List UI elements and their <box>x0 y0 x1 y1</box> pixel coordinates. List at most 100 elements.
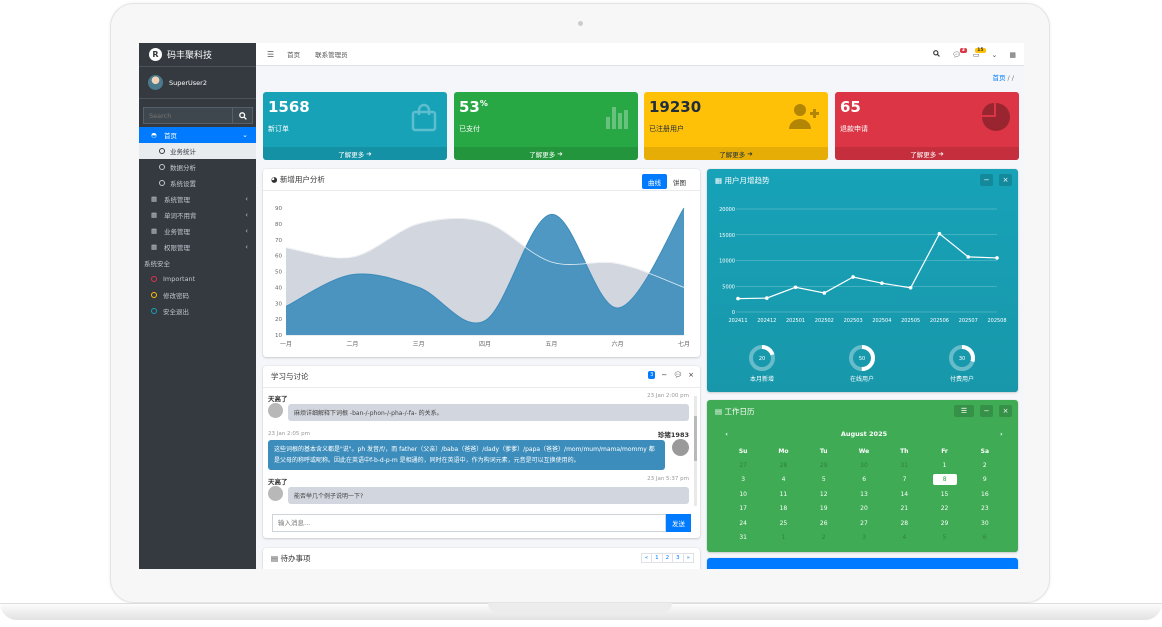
comments-icon[interactable]: 💬︎ <box>673 371 682 379</box>
calendar-day[interactable]: 8 <box>932 474 957 486</box>
calendar-day[interactable]: 7 <box>884 476 924 483</box>
notifications-icon[interactable]: ▭ 15 <box>973 47 986 59</box>
sidebar-label-item[interactable]: 修改密码 <box>139 287 256 303</box>
sidebar-sub-item[interactable]: 业务统计 <box>139 143 256 159</box>
apps-icon[interactable]: ▦ <box>1009 51 1016 59</box>
calendar-day[interactable]: 3 <box>844 534 884 541</box>
chevron-double-down-icon[interactable]: ⌄ <box>992 51 998 59</box>
chevron-right-icon[interactable]: › <box>1000 430 1005 438</box>
sidebar-sub-item[interactable]: 系统设置 <box>139 175 256 191</box>
close-icon[interactable]: × <box>999 405 1012 417</box>
search-input[interactable] <box>143 107 233 124</box>
minus-icon[interactable]: − <box>980 174 993 186</box>
page-link[interactable]: » <box>682 553 694 563</box>
tab-line[interactable]: 曲线 <box>642 174 667 189</box>
card-header: ▤ 工作日历 ☰ − × <box>707 400 1018 422</box>
calendar-day[interactable]: 1 <box>924 462 964 469</box>
menu-dropdown-icon[interactable]: ☰ <box>954 405 974 417</box>
calendar-day[interactable]: 1 <box>763 534 803 541</box>
calendar-day[interactable]: 3 <box>723 476 763 483</box>
calendar-day[interactable]: 31 <box>723 534 763 541</box>
calendar-day[interactable]: 15 <box>924 491 964 498</box>
message-input[interactable] <box>272 514 666 532</box>
calendar-day[interactable]: 10 <box>723 491 763 498</box>
calendar-day[interactable]: 31 <box>884 462 924 469</box>
calendar-day[interactable]: 26 <box>804 520 844 527</box>
close-icon[interactable]: × <box>999 174 1012 186</box>
chevron-left-icon[interactable]: ‹ <box>723 430 728 438</box>
calendar-day[interactable]: 25 <box>763 520 803 527</box>
calendar-week: 17 18 19 20 21 22 23 <box>723 502 1005 516</box>
calendar-day[interactable]: 16 <box>965 491 1005 498</box>
tab-pie[interactable]: 饼图 <box>667 174 692 189</box>
calendar-day[interactable]: 24 <box>723 520 763 527</box>
day-name: Sa <box>980 447 990 455</box>
calendar-day[interactable]: 4 <box>763 476 803 483</box>
sidebar-item-home[interactable]: ◓ 首页 ⌄ <box>139 127 256 143</box>
calendar-day[interactable]: 2 <box>804 534 844 541</box>
calendar-day[interactable]: 11 <box>763 491 803 498</box>
calendar-day[interactable]: 23 <box>965 505 1005 512</box>
sidebar-item[interactable]: ▦ 权限管理 ‹ <box>139 239 256 255</box>
search-icon[interactable] <box>933 50 940 59</box>
messages-icon[interactable]: 💬︎ 3 <box>952 47 967 59</box>
calendar-day[interactable]: 4 <box>884 534 924 541</box>
calendar-day[interactable]: 19 <box>804 505 844 512</box>
more-info-link[interactable]: 了解更多 ➔ <box>644 147 828 160</box>
search-button[interactable] <box>233 107 253 124</box>
close-icon[interactable]: × <box>688 371 694 379</box>
calendar-day[interactable]: 30 <box>965 520 1005 527</box>
calendar-day[interactable]: 30 <box>844 462 884 469</box>
calendar-day[interactable]: 28 <box>884 520 924 527</box>
minus-icon[interactable]: − <box>661 371 667 379</box>
sidebar-item[interactable]: ▦ 业务管理 ‹ <box>139 223 256 239</box>
calendar-day[interactable]: 5 <box>804 476 844 483</box>
calendar-day[interactable]: 18 <box>763 505 803 512</box>
calendar-day[interactable]: 6 <box>965 534 1005 541</box>
sidebar-item-label: 权限管理 <box>164 244 190 252</box>
calendar-day[interactable]: 5 <box>924 534 964 541</box>
more-info-link[interactable]: 了解更多 ➔ <box>454 147 638 160</box>
minus-icon[interactable]: − <box>980 405 993 417</box>
more-info-link[interactable]: 了解更多 ➔ <box>263 147 447 160</box>
send-button[interactable]: 发送 <box>666 514 691 532</box>
calendar-day[interactable]: 29 <box>804 462 844 469</box>
pie-chart-icon: ◕ <box>271 175 280 184</box>
chevron-left-icon: ‹ <box>245 227 248 235</box>
chat-scrollbar[interactable] <box>694 396 697 506</box>
calendar-day[interactable]: 9 <box>965 476 1005 483</box>
nav-link-home[interactable]: 首页 <box>287 49 300 59</box>
y-tick-label: 30 <box>275 301 282 307</box>
y-tick-label: 20 <box>275 317 282 323</box>
calendar-day[interactable]: 6 <box>844 476 884 483</box>
calendar-day[interactable]: 22 <box>924 505 964 512</box>
calendar-day[interactable]: 14 <box>884 491 924 498</box>
calendar-card: ▤ 工作日历 ☰ − × ‹ August 2025 › Su Mo Tu We Th F… <box>707 400 1018 552</box>
calendar-day[interactable]: 13 <box>844 491 884 498</box>
calendar-day[interactable]: 17 <box>723 505 763 512</box>
calendar-day[interactable]: 20 <box>844 505 884 512</box>
more-info-link[interactable]: 了解更多 ➔ <box>835 147 1019 160</box>
menu-icon[interactable]: ☰ <box>267 50 274 59</box>
messages-badge: 3 <box>959 47 967 53</box>
clipboard-icon: ▤ <box>271 554 281 563</box>
calendar-day[interactable]: 27 <box>723 462 763 469</box>
sidebar-sub-item[interactable]: 数据分析 <box>139 159 256 175</box>
nav-link-contact[interactable]: 联系管理员 <box>315 49 348 59</box>
calendar-day[interactable]: 21 <box>884 505 924 512</box>
calendar-day[interactable]: 29 <box>924 520 964 527</box>
sidebar-item[interactable]: ▦ 系统管理 ‹ <box>139 191 256 207</box>
calendar-day[interactable]: 27 <box>844 520 884 527</box>
calendar-day[interactable]: 12 <box>804 491 844 498</box>
sidebar-label-item[interactable]: Important <box>139 271 256 287</box>
x-tick-label: 202505 <box>901 318 920 324</box>
calendar-day[interactable]: 28 <box>763 462 803 469</box>
breadcrumb-home[interactable]: 首页 <box>992 74 1005 82</box>
stat-label: 退款申请 <box>840 125 868 133</box>
calendar-day[interactable]: 2 <box>965 462 1005 469</box>
sidebar-item[interactable]: ▦ 单词不用背 ‹ <box>139 207 256 223</box>
brand-link[interactable]: R 码丰聚科技 <box>139 43 256 67</box>
sidebar-label-item[interactable]: 安全退出 <box>139 303 256 319</box>
brand-logo: R <box>149 48 162 61</box>
user-panel[interactable]: SuperUser2 <box>139 67 256 99</box>
